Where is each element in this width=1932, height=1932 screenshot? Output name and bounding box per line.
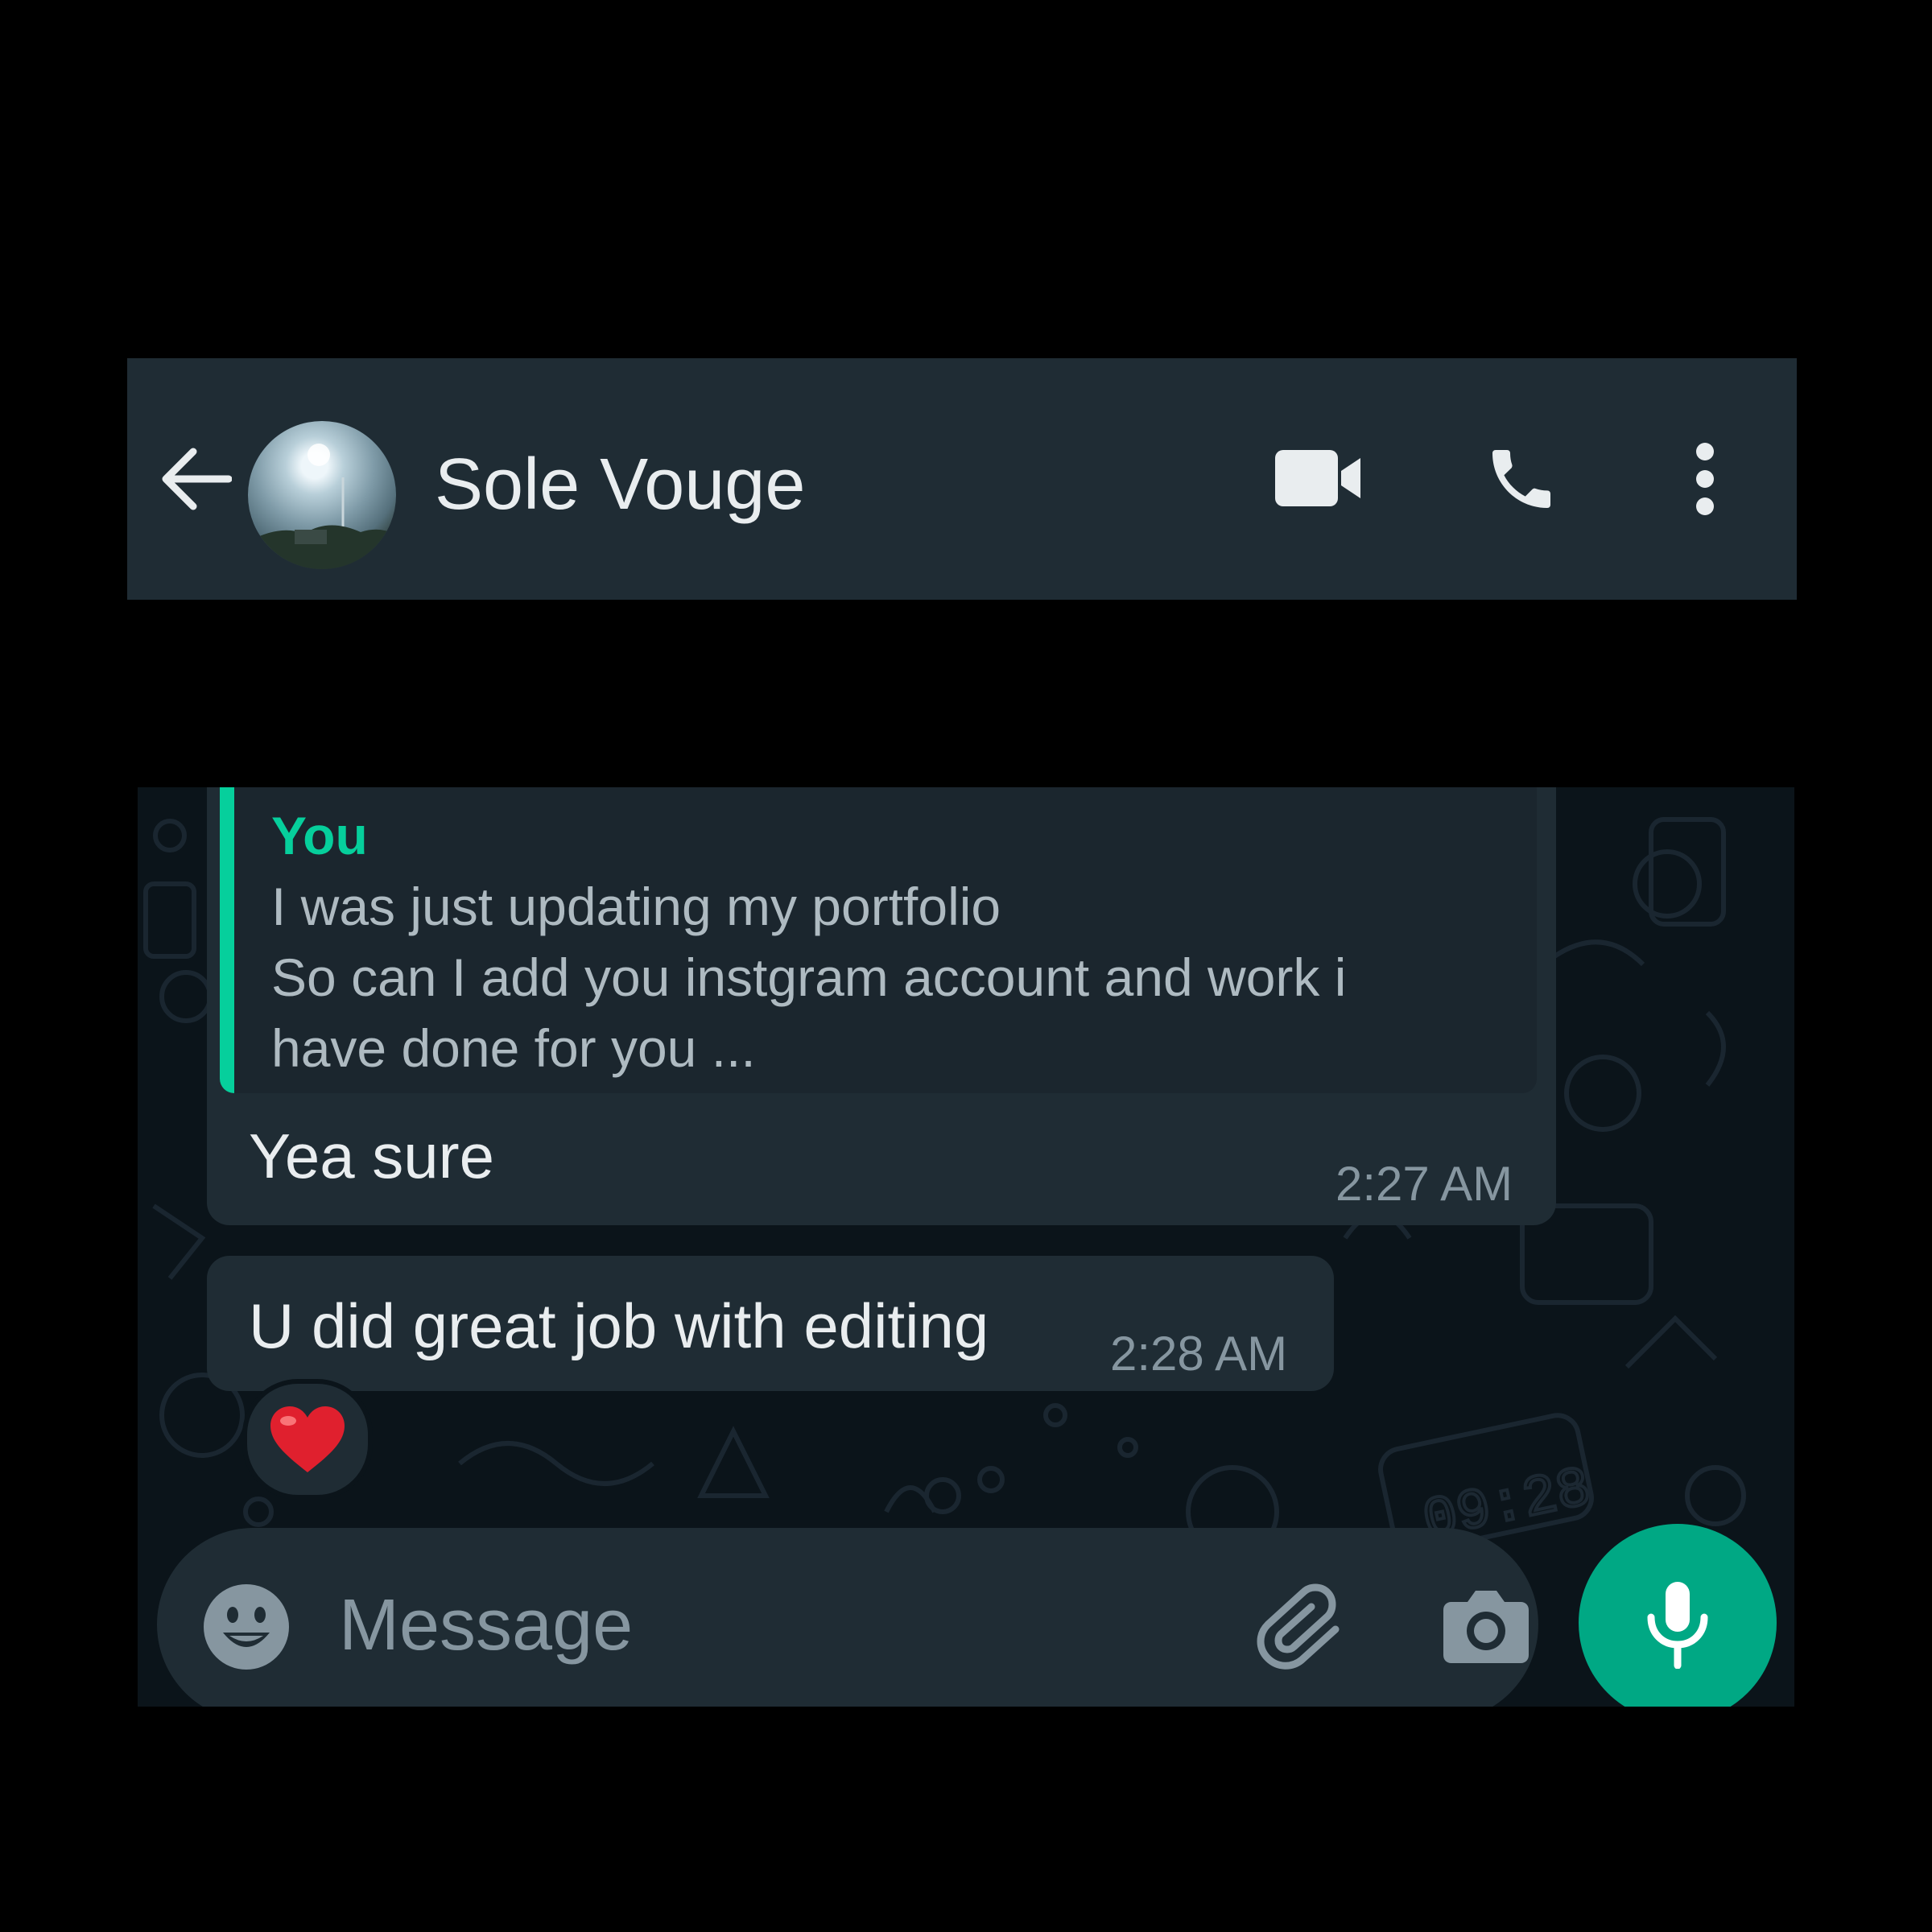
mic-icon — [1647, 1582, 1708, 1669]
message-text: U did great job with editing — [249, 1290, 989, 1361]
reaction-badge[interactable] — [242, 1379, 373, 1500]
emoji-icon[interactable] — [202, 1583, 291, 1671]
message-time: 2:27 AM — [1335, 1157, 1513, 1211]
video-call-icon[interactable] — [1274, 447, 1364, 510]
avatar[interactable] — [248, 421, 396, 569]
quote-line: So can I add you instgram account and wo… — [271, 947, 1347, 1007]
contact-name[interactable]: Sole Vouge — [435, 448, 805, 521]
quoted-message[interactable]: You I was just updating my portfolio So … — [220, 787, 1537, 1093]
camera-icon[interactable] — [1442, 1584, 1530, 1665]
quote-line: I was just updating my portfolio — [271, 877, 1001, 936]
back-arrow-icon[interactable] — [159, 447, 232, 511]
message-composer — [157, 1528, 1538, 1707]
chat-header: Sole Vouge — [127, 358, 1797, 600]
message-text: Yea sure — [249, 1121, 495, 1191]
attach-icon[interactable] — [1252, 1581, 1348, 1670]
quote-bar — [220, 787, 234, 1093]
voice-call-icon[interactable] — [1483, 440, 1560, 518]
heart-icon — [270, 1406, 345, 1472]
quote-author: You — [271, 806, 368, 865]
message-time: 2:28 AM — [1110, 1327, 1288, 1381]
message-input[interactable] — [337, 1584, 1146, 1666]
quote-line: have done for you ... — [271, 1018, 756, 1078]
chat-area[interactable]: 09:28 You I was just updating my portfol… — [138, 787, 1794, 1707]
message-bubble[interactable]: You I was just updating my portfolio So … — [207, 787, 1556, 1225]
message-bubble[interactable]: U did great job with editing 2:28 AM — [207, 1256, 1334, 1391]
more-options-icon[interactable] — [1689, 439, 1721, 519]
